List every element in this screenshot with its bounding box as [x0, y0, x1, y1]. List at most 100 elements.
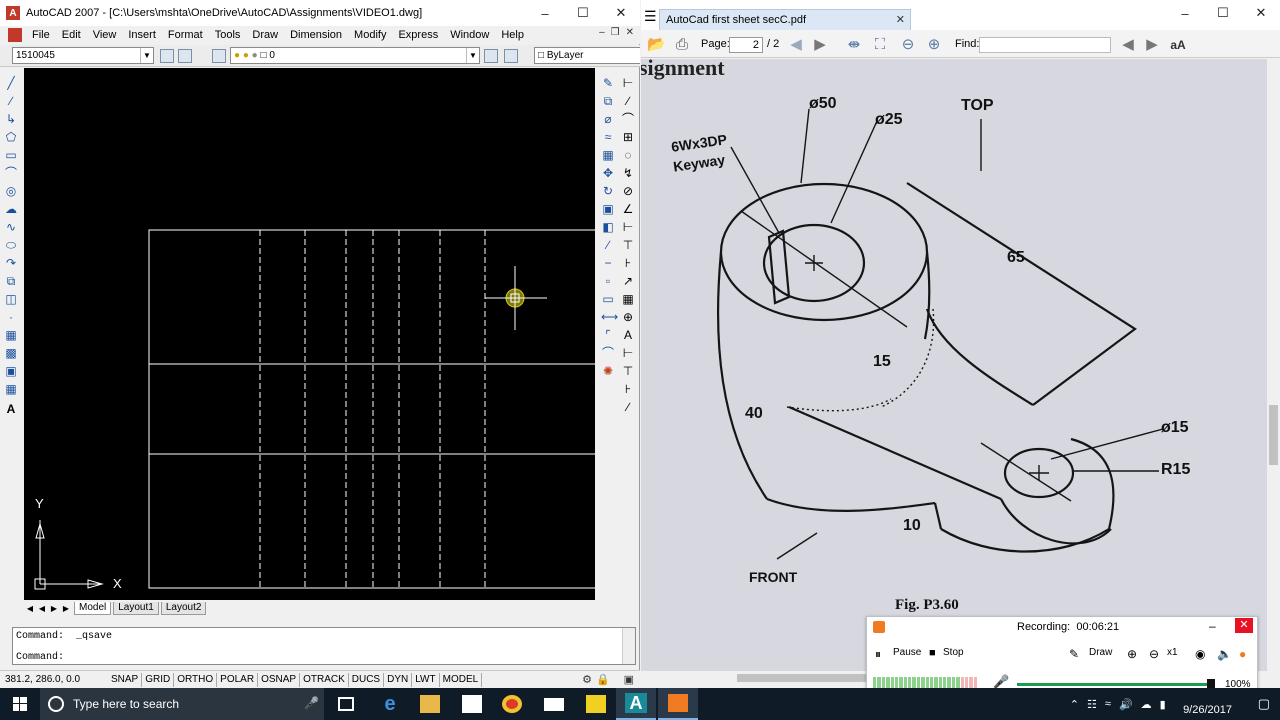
- prev-tab-icon[interactable]: ◀: [36, 604, 48, 613]
- arc-length-icon[interactable]: ⌒: [621, 112, 635, 126]
- table-icon[interactable]: ▦: [4, 382, 18, 396]
- osnap-toggle[interactable]: OSNAP: [258, 672, 301, 687]
- polyline-icon[interactable]: ↳: [4, 112, 18, 126]
- stop-button[interactable]: Stop: [943, 647, 964, 658]
- file-explorer-button[interactable]: [410, 688, 450, 720]
- dimension-override-icon[interactable]: ∕: [621, 400, 635, 414]
- taskbar-search[interactable]: Type here to search 🎤: [40, 688, 324, 720]
- aligned-dimension-icon[interactable]: ∕: [621, 94, 635, 108]
- linear-dimension-icon[interactable]: ⊢: [621, 76, 635, 90]
- copy-icon[interactable]: ⧉: [601, 94, 615, 108]
- menu-format[interactable]: Format: [162, 29, 209, 41]
- menu-tools[interactable]: Tools: [209, 29, 247, 41]
- hatch-icon[interactable]: ▦: [4, 328, 18, 342]
- fit-page-icon[interactable]: ⛶: [871, 36, 889, 54]
- command-scrollbar[interactable]: [622, 628, 635, 664]
- menu-draw[interactable]: Draw: [246, 29, 284, 41]
- insert-block-icon[interactable]: ⧉: [4, 274, 18, 288]
- ducs-toggle[interactable]: DUCS: [349, 672, 385, 687]
- continue-dimension-icon[interactable]: ⊦: [621, 256, 635, 270]
- dimension-style-icon[interactable]: ⊦: [621, 382, 635, 396]
- pause-button[interactable]: Pause: [893, 647, 921, 658]
- otrack-toggle[interactable]: OTRACK: [300, 672, 349, 687]
- break-icon[interactable]: ▫: [601, 274, 615, 288]
- polar-toggle[interactable]: POLAR: [217, 672, 259, 687]
- find-previous-icon[interactable]: ◀: [1119, 36, 1137, 54]
- menu-file[interactable]: File: [26, 29, 56, 41]
- fillet-icon[interactable]: ⌒: [601, 346, 615, 360]
- doc-close-icon[interactable]: ✕: [626, 27, 634, 38]
- rectangle-icon[interactable]: ▭: [4, 148, 18, 162]
- erase-icon[interactable]: ✎: [601, 76, 615, 90]
- mail-button[interactable]: [534, 688, 574, 720]
- break-at-point-icon[interactable]: ▭: [601, 292, 615, 306]
- find-input[interactable]: [979, 37, 1111, 53]
- pause-icon[interactable]: ⏸: [875, 647, 881, 662]
- minimize-button[interactable]: –: [1166, 0, 1204, 26]
- zoom-out-icon[interactable]: ⊖: [899, 36, 917, 54]
- close-button[interactable]: ✕: [1242, 0, 1280, 26]
- model-toggle[interactable]: MODEL: [440, 672, 483, 687]
- grid-toggle[interactable]: GRID: [142, 672, 175, 687]
- dimension-text-edit-icon[interactable]: ⊢: [621, 346, 635, 360]
- recorder-close-button[interactable]: ✕: [1235, 618, 1253, 633]
- workspace-select[interactable]: 1510045 ▼: [12, 47, 154, 64]
- chevron-up-icon[interactable]: ⌃: [1070, 698, 1079, 711]
- edge-button[interactable]: e: [370, 688, 410, 720]
- gradient-icon[interactable]: ▩: [4, 346, 18, 360]
- angular-dimension-icon[interactable]: ∠: [621, 202, 635, 216]
- circle-icon[interactable]: ◎: [4, 184, 18, 198]
- match-case-icon[interactable]: aA: [1169, 36, 1187, 54]
- layer-states-icon[interactable]: [504, 49, 518, 63]
- menu-express[interactable]: Express: [392, 29, 444, 41]
- make-block-icon[interactable]: ◫: [4, 292, 18, 306]
- tab-layout1[interactable]: Layout1: [113, 601, 159, 615]
- minimize-button[interactable]: –: [526, 0, 564, 26]
- menu-insert[interactable]: Insert: [122, 29, 162, 41]
- arc-icon[interactable]: ⌒: [4, 166, 18, 180]
- microphone-icon[interactable]: ●: [1239, 647, 1246, 661]
- center-mark-icon[interactable]: ⊕: [621, 310, 635, 324]
- first-tab-icon[interactable]: ◀: [24, 604, 36, 613]
- layer-previous-icon[interactable]: [484, 49, 498, 63]
- menu-dimension[interactable]: Dimension: [284, 29, 348, 41]
- dyn-toggle[interactable]: DYN: [384, 672, 413, 687]
- menu-view[interactable]: View: [87, 29, 123, 41]
- ordinate-dimension-icon[interactable]: ⊞: [621, 130, 635, 144]
- action-center-icon[interactable]: ▢: [1258, 696, 1270, 712]
- baseline-dimension-icon[interactable]: ⊤: [621, 238, 635, 252]
- find-next-icon[interactable]: ▶: [1143, 36, 1161, 54]
- pdf-vertical-scrollbar[interactable]: [1267, 59, 1280, 671]
- line-icon[interactable]: ╱: [4, 76, 18, 90]
- revision-cloud-icon[interactable]: ☁: [4, 202, 18, 216]
- next-page-icon[interactable]: ▶: [811, 36, 829, 54]
- onedrive-icon[interactable]: ☁: [1141, 698, 1152, 711]
- diameter-dimension-icon[interactable]: ⊘: [621, 184, 635, 198]
- speaker-icon[interactable]: 🔈: [1217, 647, 1232, 661]
- draw-button[interactable]: Draw: [1089, 647, 1112, 658]
- command-input-line[interactable]: Command:: [16, 652, 64, 664]
- volume-slider[interactable]: [1017, 683, 1213, 686]
- tab-model[interactable]: Model: [74, 601, 112, 615]
- offset-icon[interactable]: ≈: [601, 130, 615, 144]
- pdf-page-view[interactable]: signment ø50 ø25 TOP 6Wx3DP Keyway 65 15…: [641, 59, 1267, 671]
- maximize-button[interactable]: ☐: [564, 0, 602, 26]
- rotate-icon[interactable]: ↻: [601, 184, 615, 198]
- wifi-icon[interactable]: ≈: [1105, 698, 1111, 710]
- move-icon[interactable]: ✥: [601, 166, 615, 180]
- join-icon[interactable]: ⟷: [601, 310, 618, 324]
- chrome-button[interactable]: [492, 688, 532, 720]
- pen-icon[interactable]: ✎: [1069, 647, 1079, 661]
- close-button[interactable]: ✕: [602, 0, 640, 26]
- construction-line-icon[interactable]: ∕: [4, 94, 18, 108]
- polygon-icon[interactable]: ⬠: [4, 130, 18, 144]
- trim-icon[interactable]: ∕: [601, 238, 615, 252]
- tolerance-icon[interactable]: ▦: [621, 292, 635, 306]
- start-button[interactable]: [0, 688, 40, 720]
- stretch-icon[interactable]: ◧: [601, 220, 615, 234]
- save-icon[interactable]: [178, 49, 192, 63]
- recorder-minimize-icon[interactable]: –: [1209, 619, 1216, 633]
- store-button[interactable]: [452, 688, 492, 720]
- linetype-select[interactable]: □ ByLayer: [534, 47, 640, 64]
- drawing-canvas[interactable]: X Y: [24, 68, 595, 600]
